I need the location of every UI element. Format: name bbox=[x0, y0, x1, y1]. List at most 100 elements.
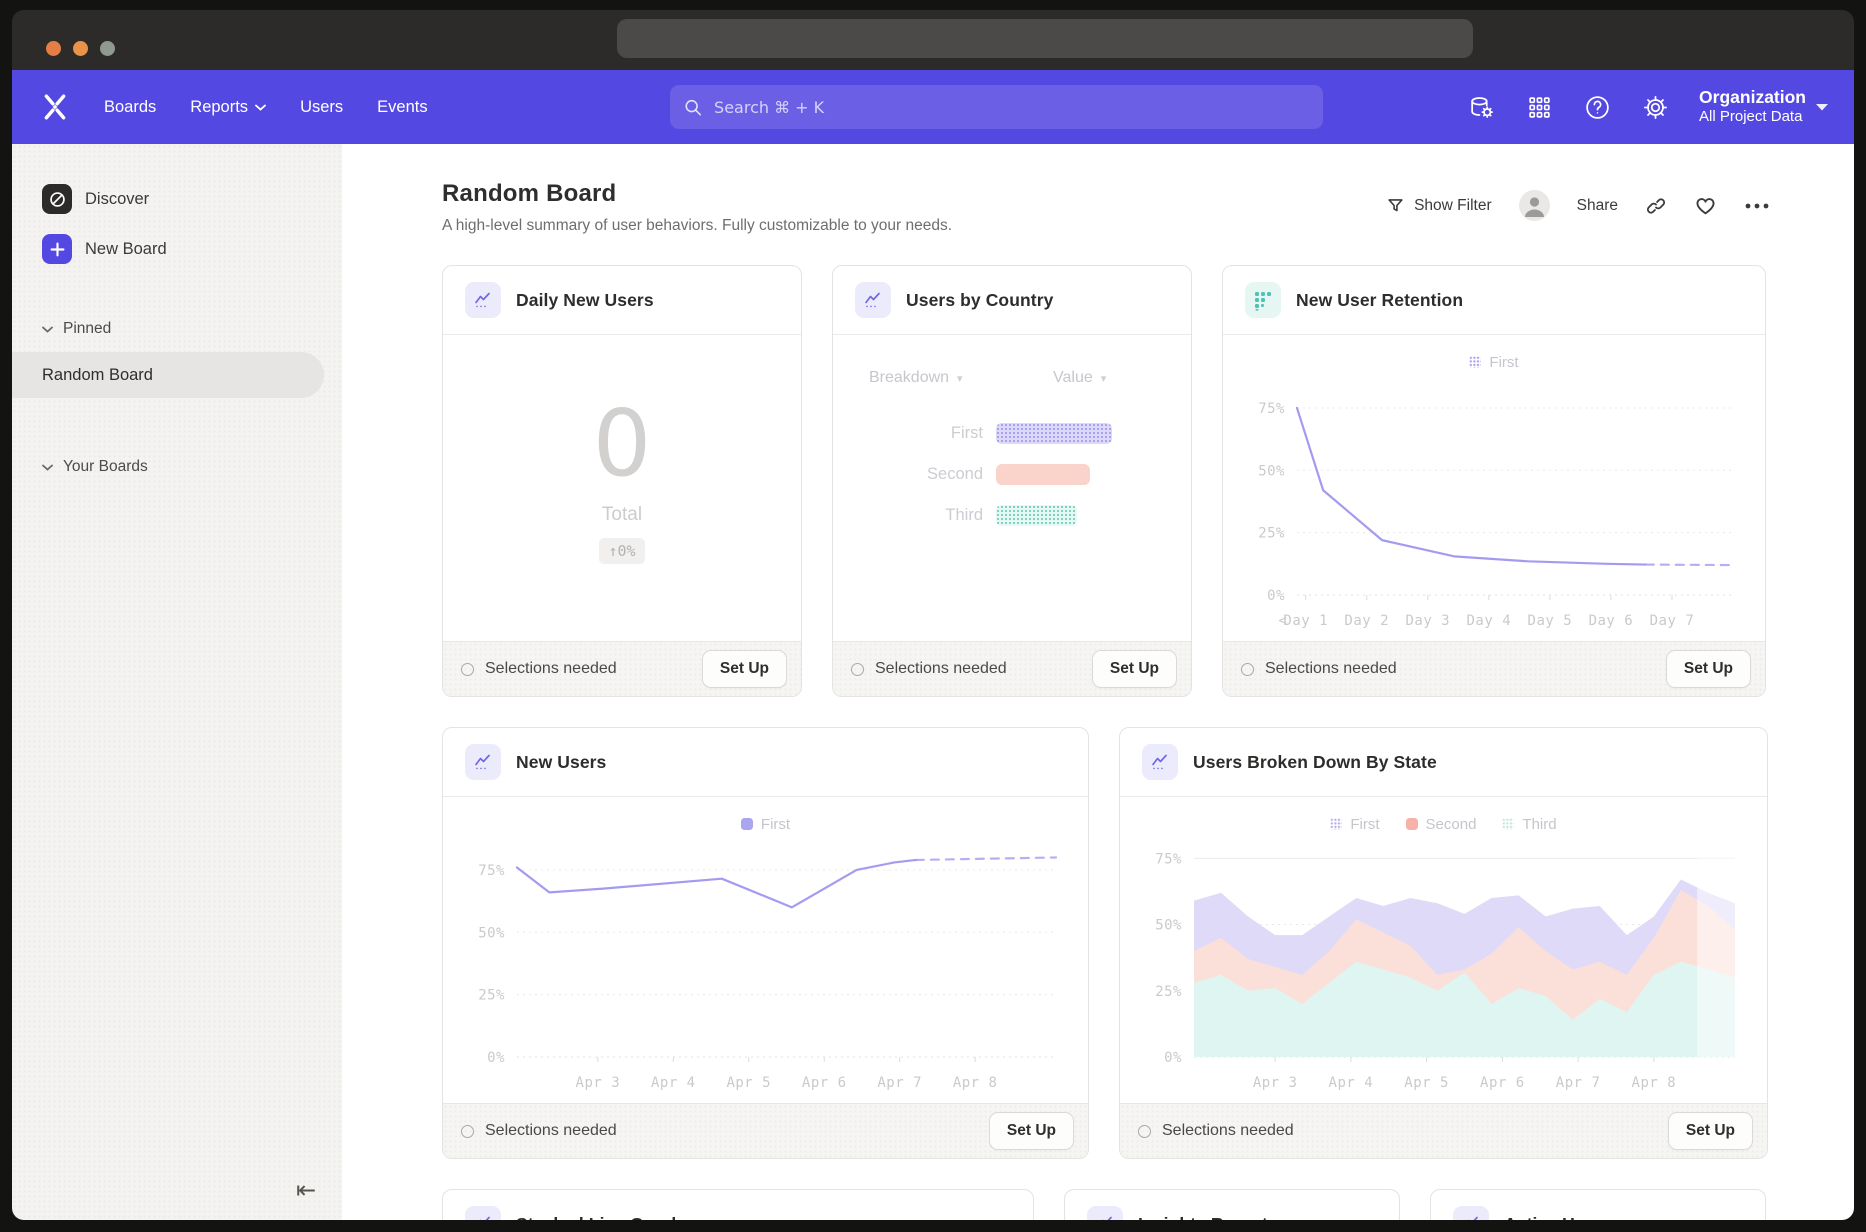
legend-swatch-icon bbox=[1469, 356, 1481, 368]
svg-text:0%: 0% bbox=[487, 1050, 505, 1066]
legend-item[interactable]: First bbox=[741, 816, 790, 833]
avatar[interactable] bbox=[1519, 190, 1550, 221]
search-input[interactable] bbox=[712, 97, 1309, 118]
apps-grid-icon[interactable] bbox=[1525, 93, 1553, 121]
svg-text:Apr 3: Apr 3 bbox=[576, 1075, 621, 1091]
line-chart-icon bbox=[465, 282, 501, 318]
section-label: Your Boards bbox=[63, 458, 148, 476]
copy-link-button[interactable] bbox=[1645, 195, 1667, 217]
legend-swatch-icon bbox=[1406, 818, 1418, 830]
new-users-chart: First75%50%25%0%Apr 3Apr 4Apr 5Apr 6Apr … bbox=[443, 797, 1088, 1103]
line-chart-icon bbox=[855, 282, 891, 318]
card-title: Daily New Users bbox=[516, 290, 654, 311]
legend-item[interactable]: Third bbox=[1502, 816, 1556, 833]
state-area-chart: First Second Third 75%50%25%0%Apr 3Apr 4Apr… bbox=[1120, 797, 1767, 1103]
status-circle-icon bbox=[851, 663, 864, 676]
more-options-button[interactable] bbox=[1744, 202, 1770, 210]
metric-value: 0 bbox=[593, 398, 652, 490]
sidebar-section-pinned[interactable]: Pinned bbox=[42, 320, 342, 338]
nav-menu: Boards Reports Users Events bbox=[104, 98, 428, 117]
favorite-button[interactable] bbox=[1694, 194, 1717, 217]
svg-text:Day 6: Day 6 bbox=[1589, 613, 1634, 629]
address-bar[interactable] bbox=[617, 19, 1473, 58]
card-users-by-state: Users Broken Down By State First Second Th… bbox=[1119, 727, 1768, 1159]
breakdown-row: First bbox=[833, 413, 1191, 454]
card-title: Users Broken Down By State bbox=[1193, 752, 1437, 773]
global-search[interactable] bbox=[670, 85, 1323, 129]
svg-text:Apr 8: Apr 8 bbox=[1632, 1075, 1677, 1091]
data-management-icon[interactable] bbox=[1467, 93, 1495, 121]
retention-chart: First75%50%25%0%Day 1Day 2Day 3Day 4Day … bbox=[1223, 335, 1765, 641]
card-title: Stacked Line Graph bbox=[516, 1214, 682, 1221]
card-insights-report: Insights Report bbox=[1064, 1189, 1400, 1220]
status-circle-icon bbox=[1241, 663, 1254, 676]
svg-text:Apr 6: Apr 6 bbox=[1480, 1075, 1525, 1091]
svg-text:Day 1: Day 1 bbox=[1283, 613, 1328, 629]
minimize-window-button[interactable] bbox=[73, 41, 88, 56]
nav-right-cluster: Organization All Project Data bbox=[1467, 70, 1828, 144]
org-project: All Project Data bbox=[1699, 108, 1806, 127]
status-circle-icon bbox=[1138, 1125, 1151, 1138]
card-new-users: New Users First 75% 50% 25% 0% Apr 3 Apr 4 Apr … bbox=[442, 727, 1089, 1159]
close-window-button[interactable] bbox=[46, 41, 61, 56]
breakdown-row-label: Third bbox=[833, 506, 983, 525]
org-switcher[interactable]: Organization All Project Data bbox=[1699, 87, 1828, 127]
show-filter-button[interactable]: Show Filter bbox=[1386, 196, 1492, 215]
nav-item-users[interactable]: Users bbox=[300, 98, 343, 117]
set-up-button[interactable]: Set Up bbox=[989, 1112, 1074, 1150]
svg-text:Day 3: Day 3 bbox=[1405, 613, 1450, 629]
legend-swatch-icon bbox=[1330, 818, 1342, 830]
breakdown-value-bar bbox=[996, 505, 1077, 526]
svg-text:75%: 75% bbox=[478, 863, 505, 879]
board-heading: Random Board A high-level summary of use… bbox=[442, 180, 952, 235]
legend-label: Third bbox=[1522, 816, 1556, 833]
nav-item-boards[interactable]: Boards bbox=[104, 98, 156, 117]
main-content: Random Board A high-level summary of use… bbox=[342, 144, 1854, 1220]
set-up-button[interactable]: Set Up bbox=[702, 650, 787, 688]
nav-item-events[interactable]: Events bbox=[377, 98, 427, 117]
zoom-window-button[interactable] bbox=[100, 41, 115, 56]
top-navbar: Boards Reports Users Events bbox=[12, 70, 1854, 144]
ellipsis-icon bbox=[1744, 202, 1770, 210]
sidebar-section-your-boards[interactable]: Your Boards bbox=[42, 458, 342, 476]
svg-text:50%: 50% bbox=[1155, 918, 1182, 934]
user-icon bbox=[1519, 190, 1550, 221]
set-up-button[interactable]: Set Up bbox=[1668, 1112, 1753, 1150]
collapse-sidebar-icon[interactable]: ⇤ bbox=[296, 1176, 316, 1204]
svg-text:Day 5: Day 5 bbox=[1528, 613, 1573, 629]
breakdown-table-header: Breakdown▾ Value▾ bbox=[869, 369, 1191, 387]
svg-text:Apr 3: Apr 3 bbox=[1253, 1075, 1298, 1091]
legend-item[interactable]: First bbox=[1330, 816, 1379, 833]
link-icon bbox=[1645, 195, 1667, 217]
sidebar-item-discover[interactable]: Discover bbox=[42, 182, 342, 216]
help-icon[interactable] bbox=[1583, 93, 1611, 121]
svg-text:25%: 25% bbox=[478, 988, 505, 1004]
set-up-button[interactable]: Set Up bbox=[1092, 650, 1177, 688]
svg-text:Day 7: Day 7 bbox=[1650, 613, 1695, 629]
status-text: Selections needed bbox=[485, 1122, 617, 1140]
filter-funnel-icon bbox=[1386, 196, 1405, 215]
card-title: New Users bbox=[516, 752, 606, 773]
card-new-user-retention: New User Retention First75%50%25%0%Day 1… bbox=[1222, 265, 1766, 697]
settings-gear-icon[interactable] bbox=[1641, 93, 1669, 121]
sidebar-item-new-board[interactable]: New Board bbox=[42, 232, 342, 266]
svg-text:Apr 8: Apr 8 bbox=[953, 1075, 998, 1091]
chevron-down-icon bbox=[1816, 103, 1828, 111]
users-broken-down-by-state-svg: 75%50%25%0%Apr 3Apr 4Apr 5Apr 6Apr 7Apr … bbox=[1138, 835, 1749, 1097]
chevron-down-icon bbox=[42, 326, 53, 333]
mixpanel-logo-icon[interactable] bbox=[40, 92, 70, 122]
sidebar-item-random-board-selected[interactable]: Random Board bbox=[12, 352, 324, 398]
card-title: Active Users bbox=[1504, 1214, 1611, 1221]
value-column-dropdown[interactable]: Value▾ bbox=[1053, 369, 1106, 387]
breakdown-column-dropdown[interactable]: Breakdown▾ bbox=[869, 369, 1053, 387]
share-button[interactable]: Share bbox=[1577, 197, 1618, 215]
legend-item[interactable]: First bbox=[1469, 354, 1518, 371]
legend-item[interactable]: Second bbox=[1406, 816, 1477, 833]
line-chart-icon bbox=[465, 744, 501, 780]
nav-item-reports[interactable]: Reports bbox=[190, 98, 266, 117]
section-label: Pinned bbox=[63, 320, 111, 338]
svg-text:Apr 6: Apr 6 bbox=[802, 1075, 847, 1091]
svg-text:Apr 4: Apr 4 bbox=[651, 1075, 696, 1091]
set-up-button[interactable]: Set Up bbox=[1666, 650, 1751, 688]
svg-text:50%: 50% bbox=[478, 925, 505, 941]
